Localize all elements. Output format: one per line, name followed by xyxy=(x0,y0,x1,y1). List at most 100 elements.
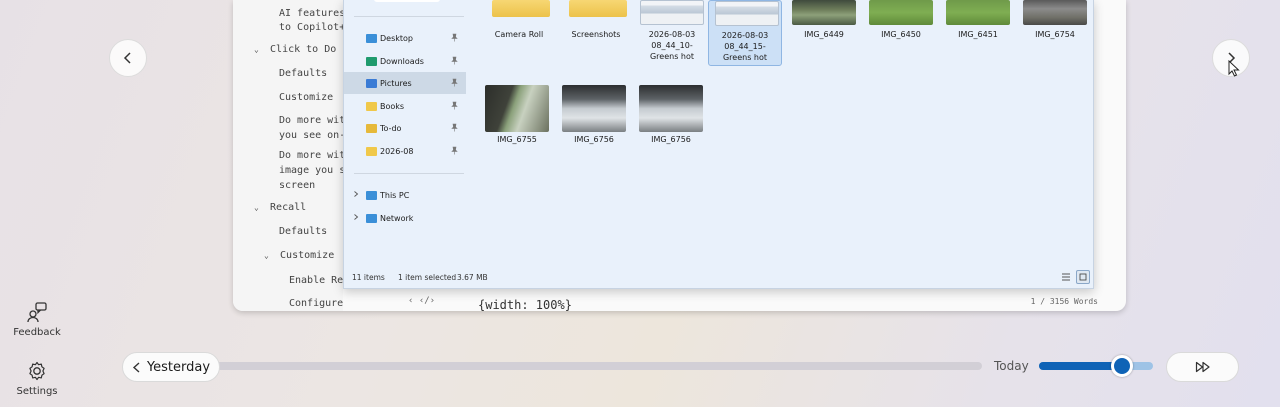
explorer-status-bar: 11 items 1 item selected 3.67 MB xyxy=(344,266,1093,288)
nav-item-this-pc[interactable]: This PC xyxy=(344,184,466,206)
file-tile[interactable]: IMG_6449 xyxy=(789,0,859,50)
image-thumbnail xyxy=(1023,0,1087,25)
nav-item-network[interactable]: Network xyxy=(344,207,466,229)
outline-item[interactable]: ⌄ Click to Do xyxy=(254,44,336,55)
nav-separator xyxy=(354,16,464,17)
outline-item[interactable]: ⌄ Recall xyxy=(254,202,306,213)
outline-item-label: Configure Recall xyxy=(289,298,343,309)
fast-forward-button[interactable] xyxy=(1166,352,1239,382)
file-tile[interactable]: Camera Roll xyxy=(484,0,554,50)
nav-item-label: 2026-08 xyxy=(380,146,414,156)
file-tile[interactable]: Screenshots xyxy=(561,0,631,50)
yesterday-button[interactable]: Yesterday xyxy=(122,352,220,382)
outline-item[interactable]: you see on-s xyxy=(279,130,343,141)
outline-item[interactable]: Do more with xyxy=(279,150,343,161)
outline-item-label: Defaults xyxy=(279,68,328,79)
file-tile[interactable]: IMG_6451 xyxy=(943,0,1013,50)
outline-item-label: you see on-s xyxy=(279,130,343,141)
explorer-navigation-pane: Desktop Downloads Pictures Books To-do 2026-0… xyxy=(344,0,467,266)
pin-icon[interactable] xyxy=(450,56,459,65)
outline-toggle-icon[interactable]: ⌄ xyxy=(254,203,264,212)
zoom-slider-fill xyxy=(1039,362,1123,370)
pin-icon[interactable] xyxy=(450,146,459,155)
file-explorer-window[interactable]: Desktop Downloads Pictures Books To-do 2026-0… xyxy=(343,0,1094,289)
nav-item-2026-08[interactable]: 2026-08 xyxy=(344,140,466,162)
zoom-slider-thumb[interactable] xyxy=(1111,355,1134,377)
editor-toolbar-icons: ‹ ‹/› xyxy=(408,296,436,306)
outline-item[interactable]: Customize xyxy=(279,92,333,103)
nav-item-books[interactable]: Books xyxy=(344,95,466,117)
settings-button[interactable]: Settings xyxy=(11,360,63,397)
pin-icon[interactable] xyxy=(450,123,459,132)
folder-icon xyxy=(492,0,550,17)
outline-item[interactable]: image you se xyxy=(279,165,343,176)
folder-icon xyxy=(366,101,377,111)
outline-item[interactable]: ⌄ Customize xyxy=(264,250,334,261)
feedback-button[interactable]: Feedback xyxy=(11,301,63,338)
file-tile[interactable]: IMG_6450 xyxy=(866,0,936,50)
outline-item-label: Defaults xyxy=(279,226,328,237)
outline-item-label: Click to Do xyxy=(270,44,337,55)
file-tile[interactable]: IMG_6755 xyxy=(482,84,552,144)
large-icons-view-icon[interactable] xyxy=(1076,270,1090,284)
file-tile[interactable]: IMG_6756 xyxy=(559,84,629,144)
outline-item[interactable]: Configure Recall xyxy=(289,298,343,309)
file-name: IMG_6451 xyxy=(958,30,998,39)
outline-item[interactable]: to Copilot+ xyxy=(279,22,343,33)
file-tile[interactable]: IMG_6754 xyxy=(1020,0,1090,50)
outline-item[interactable]: Enable Rec xyxy=(289,275,343,286)
file-tile[interactable]: 2026-08-03 08_44_15-Greens hot xyxy=(708,0,782,66)
nav-item-downloads[interactable]: Downloads xyxy=(344,50,466,72)
gear-icon xyxy=(29,361,45,381)
mouse-cursor-icon xyxy=(1228,60,1240,77)
outline-item-label: Customize xyxy=(279,92,334,103)
file-name: IMG_6754 xyxy=(1035,30,1075,39)
image-thumbnail xyxy=(639,85,703,132)
details-view-icon[interactable] xyxy=(1059,270,1073,284)
outline-item-label: AI features xyxy=(279,8,343,19)
pin-icon[interactable] xyxy=(450,101,459,110)
chevron-left-icon xyxy=(132,361,140,373)
nav-separator xyxy=(354,173,464,174)
outline-item[interactable]: AI features xyxy=(279,8,343,19)
network-icon xyxy=(366,213,377,223)
file-name: IMG_6756 xyxy=(574,135,614,144)
today-label: Today xyxy=(994,359,1029,373)
chevron-right-icon[interactable] xyxy=(352,190,360,198)
zoom-slider-track[interactable] xyxy=(1039,362,1153,370)
nav-top-item[interactable] xyxy=(374,0,440,2)
folder-icon xyxy=(366,56,377,66)
outline-item-label: Enable Rec xyxy=(289,275,343,286)
previous-snapshot-button[interactable] xyxy=(109,39,147,77)
document-status-bar: ‹ ‹/› {width: 100%} 1 / 3156 Words xyxy=(400,291,1126,311)
pin-icon[interactable] xyxy=(450,78,459,87)
nav-item-label: This PC xyxy=(380,190,410,200)
code-snippet: {width: 100%} xyxy=(478,298,572,311)
image-thumbnail xyxy=(485,85,549,132)
nav-item-pictures[interactable]: Pictures xyxy=(344,72,466,94)
pin-icon[interactable] xyxy=(450,33,459,42)
nav-item-label: To-do xyxy=(380,123,402,133)
outline-toggle-icon[interactable]: ⌄ xyxy=(254,45,264,54)
outline-toggle-icon[interactable]: ⌄ xyxy=(264,251,274,260)
outline-item[interactable]: screen xyxy=(279,180,315,191)
file-tile[interactable]: 2026-08-03 08_44_10-Greens hot xyxy=(637,0,707,66)
outline-item[interactable]: Defaults xyxy=(279,68,327,79)
settings-label: Settings xyxy=(16,386,58,397)
file-tile[interactable]: IMG_6756 xyxy=(636,84,706,144)
file-name: IMG_6755 xyxy=(497,135,537,144)
chevron-right-icon[interactable] xyxy=(352,213,360,221)
outline-item-label: Recall xyxy=(270,202,307,213)
file-name: IMG_6756 xyxy=(651,135,691,144)
outline-item-label: Do more with xyxy=(279,115,343,126)
item-count: 11 items xyxy=(352,273,385,282)
nav-item-desktop[interactable]: Desktop xyxy=(344,27,466,49)
outline-item[interactable]: Defaults xyxy=(279,226,327,237)
image-thumbnail xyxy=(562,85,626,132)
timeline-track[interactable] xyxy=(214,362,982,370)
folder-icon xyxy=(366,33,377,43)
outline-item[interactable]: Do more with xyxy=(279,115,343,126)
file-name: Camera Roll xyxy=(494,30,544,39)
feedback-label: Feedback xyxy=(13,327,61,338)
nav-item-to-do[interactable]: To-do xyxy=(344,117,466,139)
